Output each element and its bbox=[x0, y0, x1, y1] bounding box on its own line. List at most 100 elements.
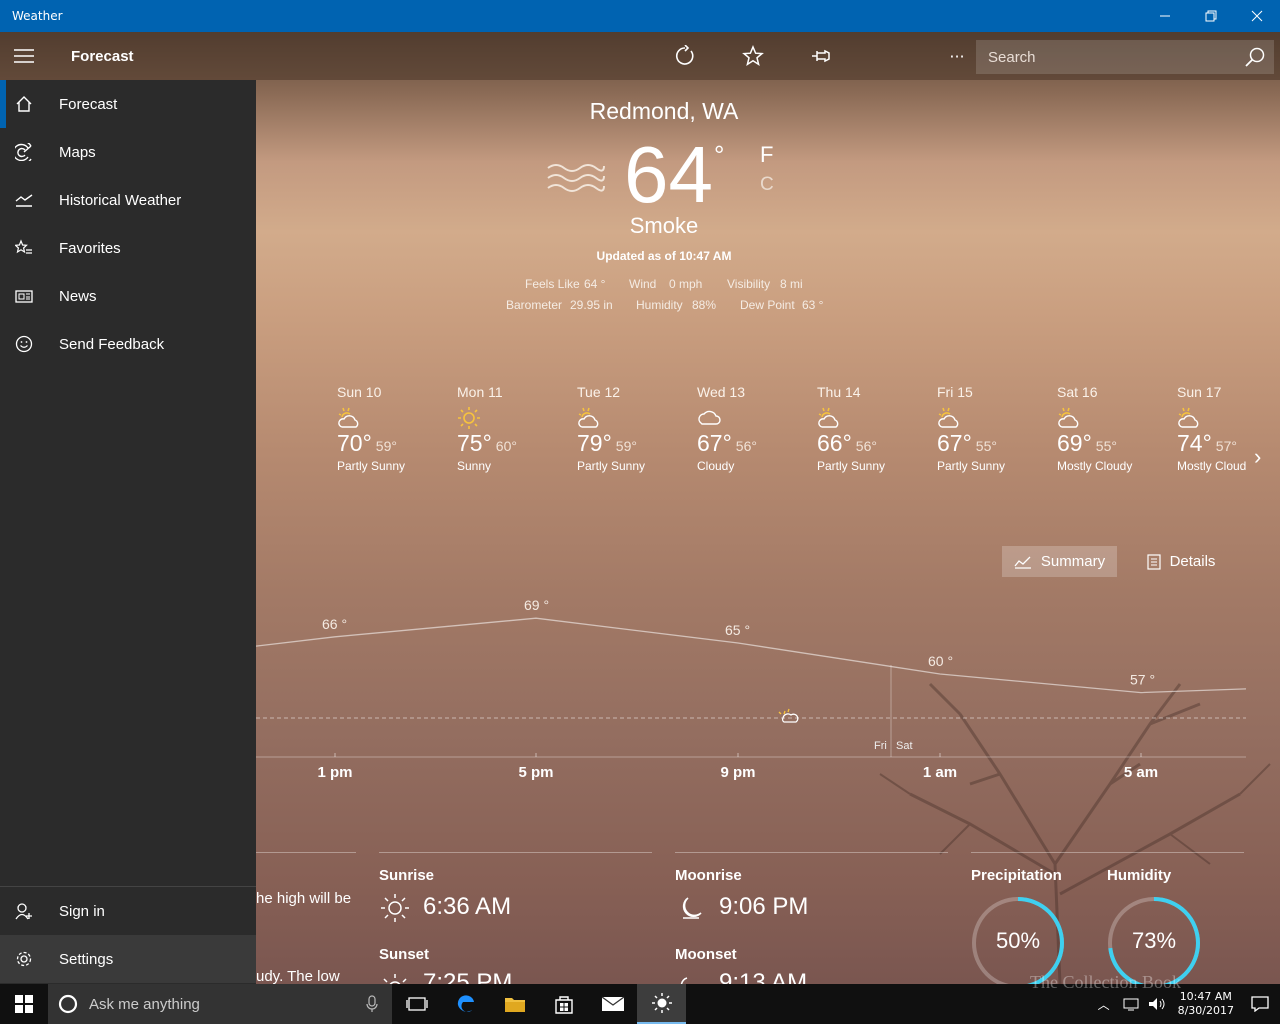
nav-item-historical-weather[interactable]: Historical Weather bbox=[0, 176, 256, 224]
start-button[interactable] bbox=[0, 984, 48, 1024]
task-view-icon bbox=[405, 997, 428, 1011]
edge-app-button[interactable] bbox=[441, 984, 490, 1024]
task-view-button[interactable] bbox=[392, 984, 441, 1024]
action-center-button[interactable] bbox=[1240, 984, 1280, 1024]
hamburger-menu-button[interactable] bbox=[0, 32, 48, 80]
clock-time: 10:47 AM bbox=[1179, 990, 1232, 1003]
next-days-button[interactable]: › bbox=[1254, 444, 1261, 470]
forecast-day[interactable]: Tue 12 79° 59° Partly Sunny bbox=[577, 384, 697, 473]
pin-button[interactable] bbox=[787, 32, 855, 80]
restore-button[interactable] bbox=[1188, 0, 1234, 32]
day-name: Mon 11 bbox=[457, 384, 503, 400]
divider bbox=[379, 852, 652, 853]
nav-item-settings[interactable]: Settings bbox=[0, 935, 256, 983]
day-low: 56° bbox=[735, 438, 757, 454]
day-low: 59° bbox=[375, 438, 397, 454]
cortana-icon bbox=[58, 994, 78, 1014]
forecast-day[interactable]: Mon 11 75° 60° Sunny bbox=[457, 384, 577, 473]
nav-item-label: Forecast bbox=[59, 95, 118, 113]
nav-footer: Sign in Settings bbox=[0, 886, 256, 983]
show-hidden-icons-button[interactable]: ︿ bbox=[1098, 996, 1110, 1013]
nav-item-favorites[interactable]: Favorites bbox=[0, 224, 256, 272]
navigation-pane: Forecast Maps Historical Weather Favorit… bbox=[0, 80, 256, 984]
partly-sunny-icon bbox=[1058, 407, 1079, 428]
temperature-point-label: 57 ° bbox=[1130, 672, 1155, 688]
search-box[interactable] bbox=[976, 40, 1274, 74]
search-button[interactable] bbox=[1236, 47, 1274, 67]
edge-icon bbox=[457, 995, 474, 1013]
forecast-day[interactable]: 58°Cloudy bbox=[256, 384, 296, 457]
nav-item-sign-in[interactable]: Sign in bbox=[0, 887, 256, 935]
degree-symbol: ° bbox=[714, 140, 725, 170]
divider bbox=[971, 852, 1244, 853]
summary-text: udy. The low bbox=[256, 968, 340, 984]
forecast-day[interactable]: Fri 15 67° 55° Partly Sunny bbox=[937, 384, 1057, 473]
partly-sunny-icon bbox=[938, 407, 959, 428]
nav-item-label: Favorites bbox=[59, 239, 121, 257]
fahrenheit-toggle[interactable]: F bbox=[760, 142, 773, 168]
current-temperature: 64 bbox=[624, 130, 713, 219]
moonset-label: Moonset bbox=[675, 946, 737, 963]
day-condition: Partly Sunny bbox=[577, 459, 646, 473]
x-axis-tick-label: 5 pm bbox=[518, 764, 553, 781]
nav-item-news[interactable]: News bbox=[0, 272, 256, 320]
refresh-icon bbox=[675, 45, 694, 65]
day-low: 60° bbox=[495, 438, 517, 454]
search-input[interactable] bbox=[976, 48, 1236, 66]
refresh-button[interactable] bbox=[651, 32, 719, 80]
day-high: 66° bbox=[817, 430, 852, 456]
day-high: 69° bbox=[1057, 430, 1092, 456]
volume-icon[interactable] bbox=[1148, 997, 1166, 1011]
visibility-label: Visibility bbox=[727, 277, 771, 291]
microphone-icon[interactable] bbox=[366, 995, 378, 1013]
close-button[interactable] bbox=[1234, 0, 1280, 32]
forecast-day[interactable]: Sat 16 69° 55° Mostly Cloudy bbox=[1057, 384, 1177, 473]
cortana-search-box[interactable]: Ask me anything bbox=[48, 984, 392, 1024]
nav-item-maps[interactable]: Maps bbox=[0, 128, 256, 176]
sunrise-time: 6:36 AM bbox=[423, 893, 512, 920]
day-condition: Partly Sunny bbox=[337, 459, 406, 473]
wind-label: Wind bbox=[629, 277, 657, 291]
barometer-label: Barometer bbox=[506, 298, 563, 312]
tab-summary[interactable]: Summary bbox=[1002, 546, 1117, 577]
store-app-button[interactable] bbox=[539, 984, 588, 1024]
day-condition: Mostly Cloudy bbox=[1057, 459, 1133, 473]
moonset-time: 9:13 AM bbox=[719, 969, 808, 984]
person-add-icon bbox=[0, 902, 48, 920]
celsius-toggle[interactable]: C bbox=[760, 174, 774, 196]
weather-app-button[interactable] bbox=[637, 984, 686, 1024]
cloud-icon bbox=[698, 410, 721, 425]
day-name: Sat 16 bbox=[1057, 384, 1098, 400]
nav-item-forecast[interactable]: Forecast bbox=[0, 80, 256, 128]
tab-details[interactable]: Details bbox=[1136, 546, 1226, 577]
temperature-point-label: 66 ° bbox=[322, 616, 347, 632]
clock[interactable]: 10:47 AM 8/30/2017 bbox=[1178, 990, 1234, 1018]
day-condition: Cloudy bbox=[256, 443, 296, 457]
divider bbox=[256, 852, 356, 853]
partly-cloudy-icon bbox=[778, 708, 799, 723]
minimize-button[interactable] bbox=[1142, 0, 1188, 32]
day-high: 67° bbox=[937, 430, 972, 456]
summary-text: he high will be bbox=[256, 890, 352, 907]
hourly-chart: 66 ° 69 ° 65 ° 60 ° 57 ° 1 pm 5 pm 9 pm 1 am 5 am… bbox=[256, 597, 1247, 781]
file-explorer-button[interactable] bbox=[490, 984, 539, 1024]
smiley-icon bbox=[0, 335, 48, 353]
temperature-point-label: 65 ° bbox=[725, 622, 750, 638]
forecast-day[interactable]: Wed 13 67° 56° Cloudy bbox=[697, 384, 817, 473]
mail-app-button[interactable] bbox=[588, 984, 637, 1024]
sunrise-icon bbox=[381, 894, 409, 922]
x-axis-tick-label: 9 pm bbox=[720, 764, 755, 781]
add-favorite-button[interactable] bbox=[719, 32, 787, 80]
mail-icon bbox=[601, 996, 624, 1011]
forecast-day[interactable]: Sun 10 70° 59° Partly Sunny bbox=[337, 384, 457, 473]
forecast-day[interactable]: Sun 17 74° 57° Mostly Cloud bbox=[1177, 384, 1280, 473]
day-high: 67° bbox=[697, 430, 732, 456]
day-low: 55° bbox=[975, 438, 997, 454]
nav-item-send-feedback[interactable]: Send Feedback bbox=[0, 320, 256, 368]
sunset-label: Sunset bbox=[379, 946, 430, 963]
dark-mode-button[interactable] bbox=[855, 32, 923, 80]
network-icon[interactable] bbox=[1122, 997, 1140, 1011]
feels-like-label: Feels Like bbox=[525, 277, 580, 291]
feels-like-value: 64 ° bbox=[584, 277, 606, 291]
forecast-day[interactable]: Thu 14 66° 56° Partly Sunny bbox=[817, 384, 937, 473]
